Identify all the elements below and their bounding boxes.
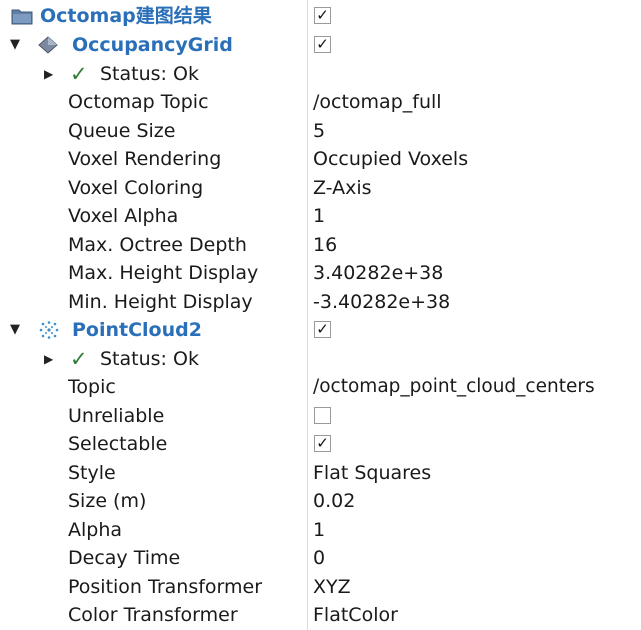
collapsed-arrow-icon[interactable]: ▶ [44,345,53,373]
property-row-max-octree-depth[interactable]: Max. Octree Depth 16 [0,231,641,259]
property-row-voxel-alpha[interactable]: Voxel Alpha 1 [0,202,641,230]
property-row-queue-size[interactable]: Queue Size 5 [0,117,641,145]
property-row-style[interactable]: Style Flat Squares [0,459,641,487]
property-value[interactable]: FlatColor [313,601,639,629]
property-row-max-height-display[interactable]: Max. Height Display 3.40282e+38 [0,259,641,287]
status-ok-icon: ✓ [70,347,88,371]
property-value[interactable]: 1 [313,202,639,230]
property-value[interactable]: 16 [313,231,639,259]
occupancygrid-status-row[interactable]: ▶ ✓ Status: Ok [0,60,641,88]
display-row-pointcloud2[interactable]: ▼ PointCloud2 ✓ [0,316,641,344]
display-row-occupancygrid[interactable]: ▼ OccupancyGrid ✓ [0,31,641,59]
unreliable-checkbox[interactable] [314,407,331,424]
property-row-unreliable[interactable]: Unreliable [0,402,641,430]
property-row-size[interactable]: Size (m) 0.02 [0,487,641,515]
root-display-label: Octomap建图结果 [40,5,212,27]
property-value[interactable]: /octomap_point_cloud_centers [313,373,639,401]
property-value[interactable]: 0 [313,544,639,572]
property-value[interactable]: 0.02 [313,487,639,515]
pointcloud2-display-label: PointCloud2 [72,319,202,341]
expand-arrow-icon[interactable]: ▼ [10,31,20,59]
display-row-root[interactable]: Octomap建图结果 ✓ [0,2,641,30]
point-cloud-icon [38,320,60,348]
property-value[interactable]: Occupied Voxels [313,145,639,173]
selectable-checkbox[interactable]: ✓ [314,435,331,452]
property-value[interactable]: 5 [313,117,639,145]
property-row-alpha[interactable]: Alpha 1 [0,516,641,544]
property-value[interactable]: -3.40282e+38 [313,288,639,316]
property-value[interactable]: 3.40282e+38 [313,259,639,287]
property-row-color-transformer[interactable]: Color Transformer FlatColor [0,601,641,629]
root-enabled-checkbox[interactable]: ✓ [314,7,331,24]
property-value[interactable]: /octomap_full [313,88,639,116]
property-value[interactable]: 1 [313,516,639,544]
property-row-position-transformer[interactable]: Position Transformer XYZ [0,573,641,601]
property-row-topic[interactable]: Topic /octomap_point_cloud_centers [0,373,641,401]
pointcloud2-enabled-checkbox[interactable]: ✓ [314,321,331,338]
occupancygrid-enabled-checkbox[interactable]: ✓ [314,36,331,53]
property-row-octomap-topic[interactable]: Octomap Topic /octomap_full [0,88,641,116]
collapsed-arrow-icon[interactable]: ▶ [44,60,53,88]
pointcloud2-status-label: Status: Ok [100,348,199,370]
occupancygrid-display-label: OccupancyGrid [72,34,233,56]
property-row-decay-time[interactable]: Decay Time 0 [0,544,641,572]
property-row-voxel-coloring[interactable]: Voxel Coloring Z-Axis [0,174,641,202]
property-value[interactable]: Z-Axis [313,174,639,202]
property-value[interactable]: Flat Squares [313,459,639,487]
status-ok-icon: ✓ [70,62,88,86]
occupancygrid-status-label: Status: Ok [100,63,199,85]
property-row-min-height-display[interactable]: Min. Height Display -3.40282e+38 [0,288,641,316]
property-row-selectable[interactable]: Selectable ✓ [0,430,641,458]
property-row-voxel-rendering[interactable]: Voxel Rendering Occupied Voxels [0,145,641,173]
expand-arrow-icon[interactable]: ▼ [10,316,20,344]
pointcloud2-status-row[interactable]: ▶ ✓ Status: Ok [0,345,641,373]
property-value[interactable]: XYZ [313,573,639,601]
